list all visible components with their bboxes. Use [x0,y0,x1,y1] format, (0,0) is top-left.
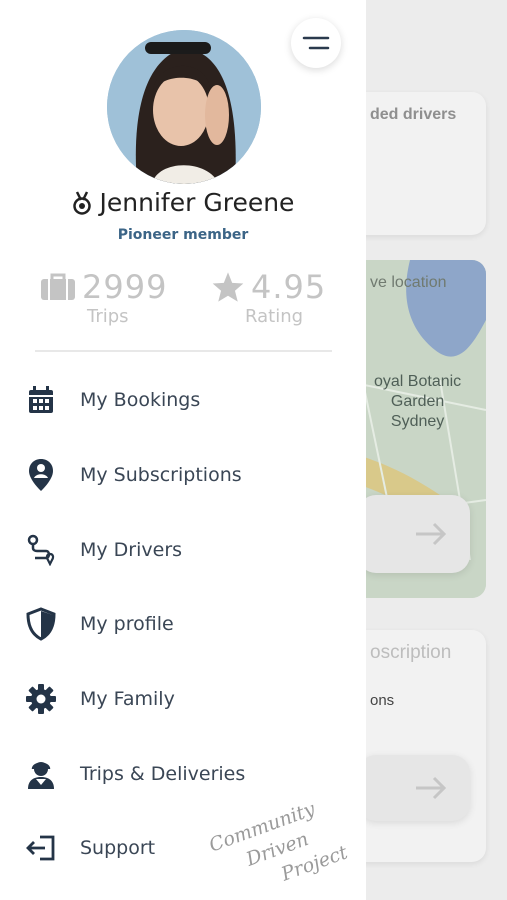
avatar[interactable] [107,30,261,184]
menu-icon [302,36,330,50]
arrow-right-icon [416,776,447,800]
menu-item-profile[interactable]: My profile [24,602,344,646]
menu-item-label: My Subscriptions [80,464,242,486]
rating-stat: 4.95 [211,268,326,306]
briefcase-icon [41,273,75,300]
arrow-right-icon [416,522,447,546]
menu-item-drivers[interactable]: My Drivers [24,528,344,572]
menu-item-label: My Family [80,688,175,710]
calendar-icon [24,383,58,417]
subscription-go-button[interactable] [358,755,470,821]
place-line: Garden [390,393,445,410]
menu-item-label: My Bookings [80,389,201,411]
map-place-label: oyal Botanic Garden Sydney [374,372,461,432]
profile-name-row: Jennifer Greene [0,188,366,217]
rating-value: 4.95 [251,268,327,306]
star-icon [212,272,244,302]
menu-item-label: My Drivers [80,539,183,561]
menu-item-label: My profile [80,613,174,635]
menu-item-label: Support [80,837,156,859]
menu-item-family[interactable]: My Family [24,677,344,721]
card-title: oscription [370,642,452,663]
menu-item-bookings[interactable]: My Bookings [24,378,344,422]
divider [35,350,332,352]
profile-name: Jennifer Greene [99,188,295,217]
trips-count: 2999 [82,268,168,306]
map-go-button[interactable] [358,495,470,573]
location-pin-icon [24,458,58,492]
gear-icon [24,682,58,716]
support-agent-icon [24,757,58,791]
card-subtitle: ons [370,692,395,709]
map-title: ve location [370,274,447,291]
card-title: ded drivers [370,106,457,123]
watermark: Community Driven Project [205,791,351,900]
navigation-drawer: Jennifer Greene Pioneer member 2999 Trip… [0,0,366,900]
trips-label: Trips [87,306,129,327]
menu-toggle-button[interactable] [291,18,341,68]
trips-stat: 2999 [40,268,167,306]
avatar-image [107,30,261,184]
menu-item-subscriptions[interactable]: My Subscriptions [24,453,344,497]
rating-label: Rating [245,306,304,327]
shield-icon [24,607,58,641]
route-icon [24,533,58,567]
menu-item-trips-deliveries[interactable]: Trips & Deliveries [24,752,344,796]
menu-item-label: Trips & Deliveries [80,763,246,785]
logout-icon [24,831,58,865]
medal-icon [72,190,91,215]
member-level: Pioneer member [117,227,249,243]
place-line: oyal Botanic [374,373,462,390]
place-line: Sydney [390,413,445,430]
